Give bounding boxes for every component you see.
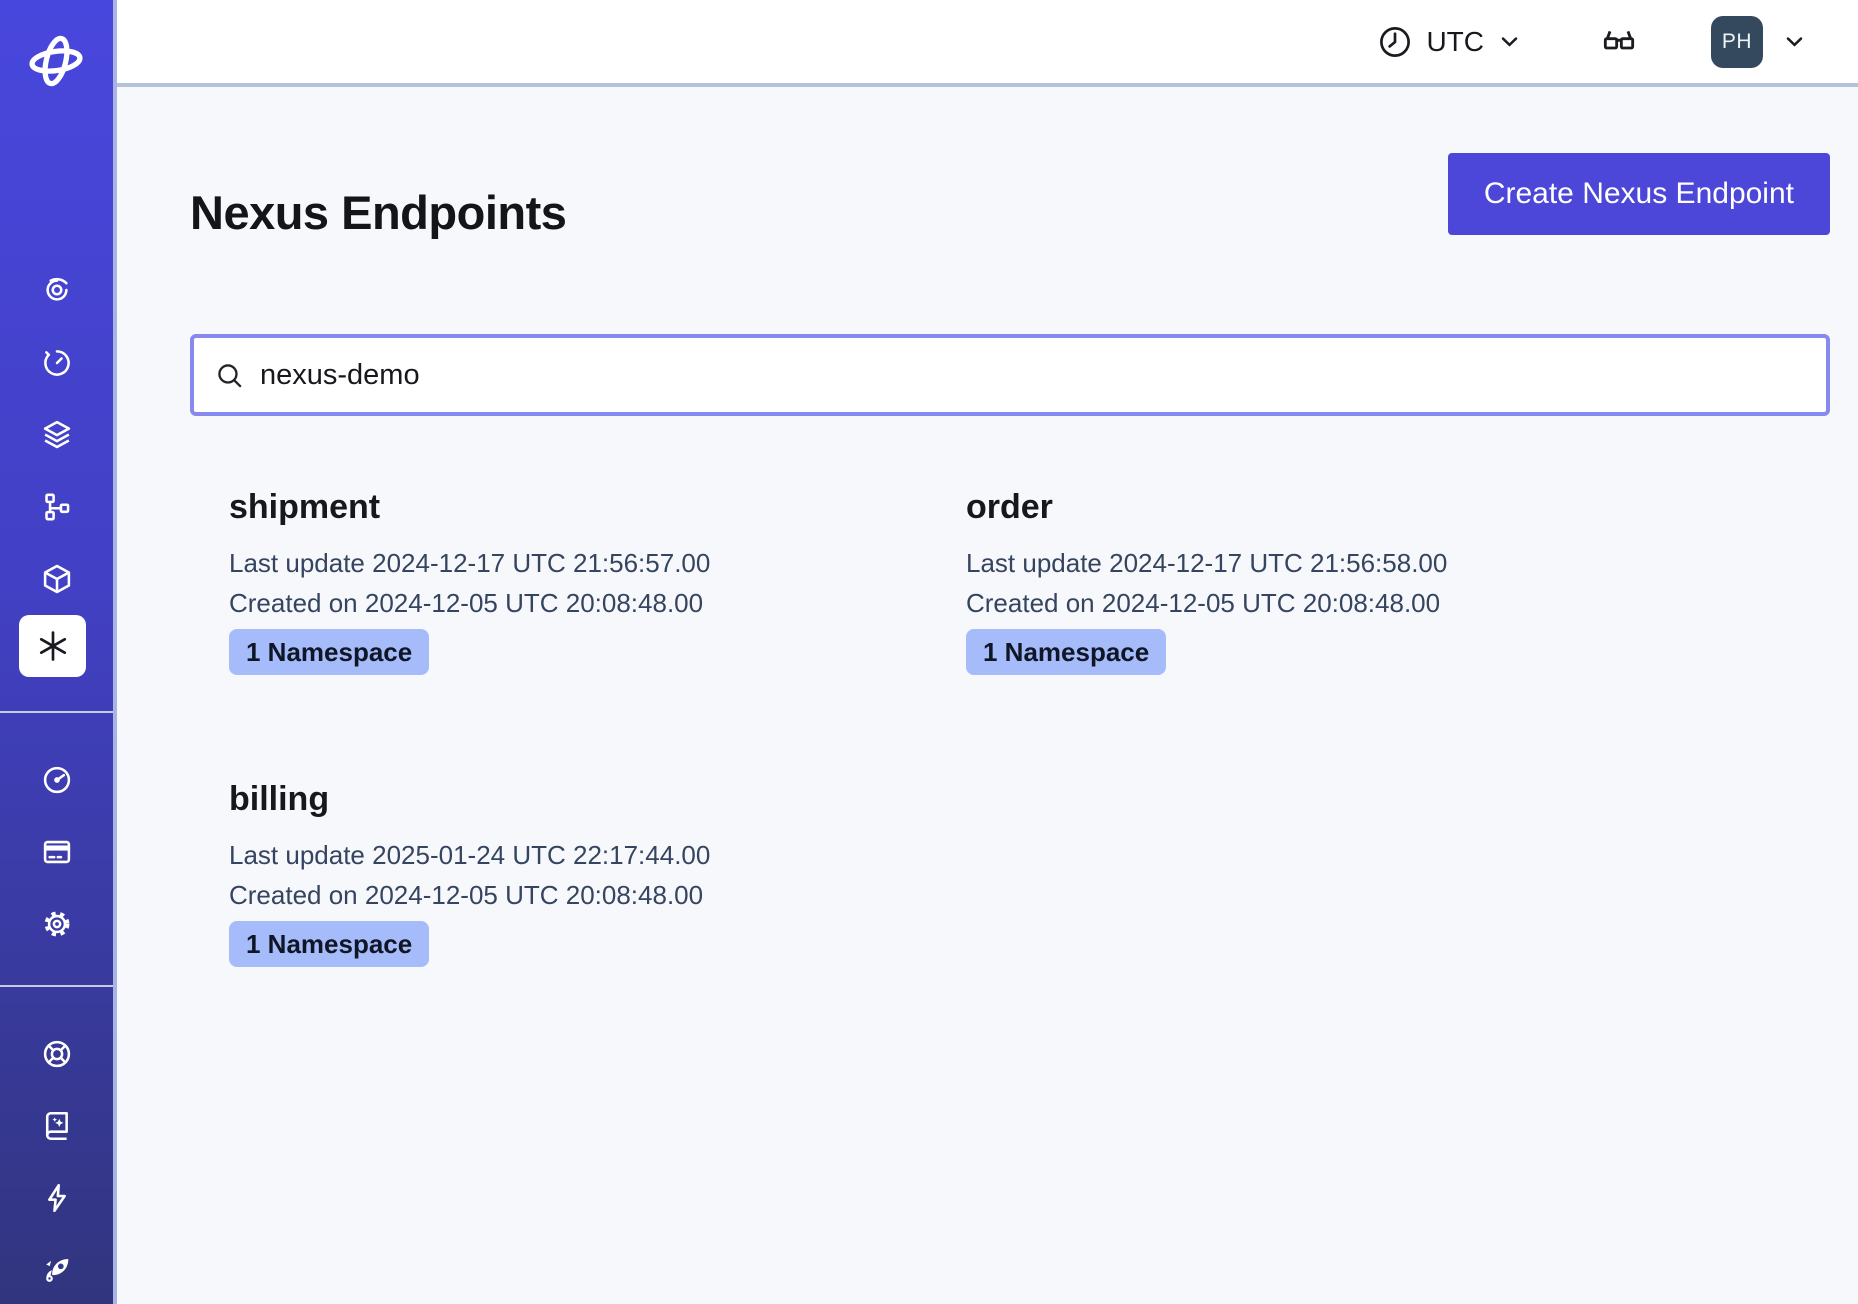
chevron-down-icon bbox=[1496, 28, 1523, 55]
search-box bbox=[190, 334, 1830, 416]
search-icon bbox=[214, 360, 245, 391]
endpoint-created: Created on 2024-12-05 UTC 20:08:48.00 bbox=[966, 583, 1703, 623]
namespace-badge: 1 Namespace bbox=[229, 629, 429, 675]
timezone-dropdown[interactable]: UTC bbox=[1376, 23, 1523, 61]
topbar: UTC PH bbox=[117, 0, 1858, 87]
chevron-down-icon bbox=[1781, 28, 1808, 55]
credit-card-icon[interactable] bbox=[0, 832, 113, 872]
cube-icon[interactable] bbox=[0, 559, 113, 599]
asterisk-icon bbox=[34, 627, 72, 665]
main-column: UTC PH Nexus Endpoints Create Nexus Endp bbox=[117, 0, 1858, 1304]
nexus-nav-active[interactable] bbox=[19, 615, 86, 677]
avatar: PH bbox=[1711, 16, 1763, 68]
search-input[interactable] bbox=[260, 359, 1806, 392]
endpoint-last-update: Last update 2025-01-24 UTC 22:17:44.00 bbox=[229, 835, 966, 875]
endpoint-name: order bbox=[966, 485, 1703, 529]
endpoints-grid: shipment Last update 2024-12-17 UTC 21:5… bbox=[229, 485, 1830, 967]
sidebar bbox=[0, 0, 117, 1304]
labs-toggle[interactable] bbox=[1597, 22, 1641, 62]
endpoint-last-update: Last update 2024-12-17 UTC 21:56:58.00 bbox=[966, 543, 1703, 583]
endpoint-name: billing bbox=[229, 777, 966, 821]
clock-icon bbox=[1376, 23, 1414, 61]
endpoint-name: shipment bbox=[229, 485, 966, 529]
sidebar-divider bbox=[0, 711, 113, 713]
endpoint-card[interactable]: shipment Last update 2024-12-17 UTC 21:5… bbox=[229, 485, 966, 675]
namespace-badge: 1 Namespace bbox=[229, 921, 429, 967]
layers-icon[interactable] bbox=[0, 414, 113, 454]
lifebuoy-icon[interactable] bbox=[0, 1034, 113, 1074]
user-menu[interactable]: PH bbox=[1711, 16, 1808, 68]
lightning-icon[interactable] bbox=[0, 1178, 113, 1218]
gear-icon[interactable] bbox=[0, 904, 113, 944]
endpoint-created: Created on 2024-12-05 UTC 20:08:48.00 bbox=[229, 875, 966, 915]
glasses-icon bbox=[1597, 22, 1641, 62]
create-nexus-endpoint-button[interactable]: Create Nexus Endpoint bbox=[1448, 153, 1830, 235]
book-sparkles-icon[interactable] bbox=[0, 1106, 113, 1146]
timer-icon[interactable] bbox=[0, 343, 113, 383]
content-area: Nexus Endpoints Create Nexus Endpoint sh… bbox=[117, 87, 1858, 1304]
namespace-badge: 1 Namespace bbox=[966, 629, 1166, 675]
sidebar-divider bbox=[0, 985, 113, 987]
timezone-label: UTC bbox=[1426, 26, 1484, 58]
endpoint-created: Created on 2024-12-05 UTC 20:08:48.00 bbox=[229, 583, 966, 623]
endpoint-card[interactable]: order Last update 2024-12-17 UTC 21:56:5… bbox=[966, 485, 1703, 675]
gauge-icon[interactable] bbox=[0, 760, 113, 800]
workflow-graph-icon[interactable] bbox=[0, 487, 113, 527]
avatar-initials: PH bbox=[1722, 30, 1752, 54]
rocket-icon[interactable] bbox=[0, 1250, 113, 1290]
temporal-logo[interactable] bbox=[24, 34, 88, 93]
spiral-icon[interactable] bbox=[0, 270, 113, 310]
endpoint-card[interactable]: billing Last update 2025-01-24 UTC 22:17… bbox=[229, 777, 966, 967]
endpoint-last-update: Last update 2024-12-17 UTC 21:56:57.00 bbox=[229, 543, 966, 583]
